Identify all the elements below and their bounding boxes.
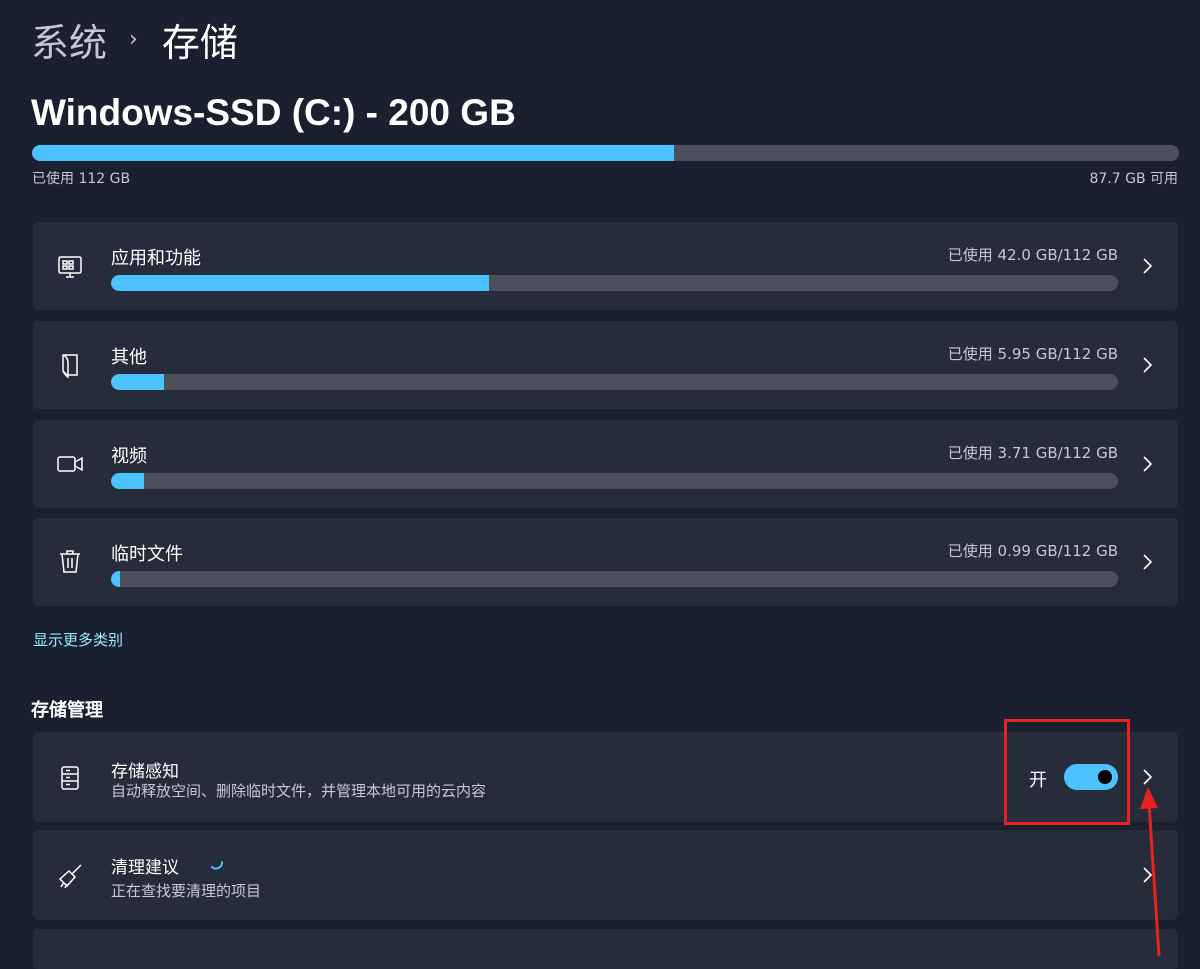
category-usage-bar (111, 571, 1118, 587)
trash-icon (55, 546, 85, 576)
category-usage-bar (111, 374, 1118, 390)
annotation-arrow-icon (1140, 787, 1161, 956)
category-temp-files[interactable]: 临时文件 已使用 0.99 GB/112 GB (33, 518, 1178, 606)
category-usage-fill (111, 275, 489, 291)
chevron-right-icon (1138, 257, 1156, 275)
chevron-right-icon (1138, 455, 1156, 473)
category-label: 临时文件 (111, 544, 183, 565)
storage-sense-description: 自动释放空间、删除临时文件，并管理本地可用的云内容 (111, 782, 487, 800)
drive-used-label: 已使用 112 GB (32, 171, 131, 187)
storage-sense-title: 存储感知 (111, 762, 179, 782)
show-more-categories-link[interactable]: 显示更多类别 (33, 629, 123, 650)
category-usage: 已使用 42.0 GB/112 GB (947, 246, 1118, 264)
toggle-knob (1098, 770, 1112, 784)
category-video[interactable]: 视频 已使用 3.71 GB/112 GB (33, 420, 1178, 508)
cleanup-recommendations-row[interactable]: 清理建议 正在查找要清理的项目 (33, 830, 1178, 920)
category-usage-fill (111, 571, 121, 587)
loading-spinner-icon (211, 861, 223, 870)
chevron-right-icon[interactable] (1138, 768, 1156, 786)
category-usage-fill (111, 473, 145, 489)
category-apps-features[interactable]: 应用和功能 已使用 42.0 GB/112 GB (33, 222, 1178, 310)
category-usage-bar (111, 275, 1118, 291)
breadcrumb-system-link[interactable]: 系统 (31, 12, 107, 67)
breadcrumb-separator-icon: › (129, 26, 138, 52)
category-usage: 已使用 3.71 GB/112 GB (947, 444, 1118, 462)
next-row-partial[interactable] (33, 929, 1178, 969)
category-usage-bar (111, 473, 1118, 489)
document-icon (55, 350, 85, 380)
cleanup-description: 正在查找要清理的项目 (111, 882, 262, 900)
breadcrumb: 系统 › 存储 (31, 12, 238, 67)
category-usage: 已使用 0.99 GB/112 GB (947, 542, 1118, 560)
chevron-right-icon (1138, 553, 1156, 571)
category-label: 其他 (111, 347, 147, 368)
broom-icon (55, 861, 85, 891)
category-other[interactable]: 其他 已使用 5.95 GB/112 GB (33, 321, 1178, 409)
chevron-right-icon (1138, 356, 1156, 374)
drive-usage-bar (32, 145, 1179, 161)
storage-sense-toggle[interactable] (1064, 764, 1118, 790)
storage-management-heading: 存储管理 (31, 700, 103, 721)
page-title: 存储 (161, 20, 238, 65)
category-usage-fill (111, 374, 165, 390)
drive-title: Windows-SSD (C:) - 200 GB (31, 92, 516, 133)
category-label: 应用和功能 (111, 248, 201, 269)
drive-usage-fill (32, 145, 675, 161)
cleanup-title: 清理建议 (111, 858, 179, 878)
storage-sense-row[interactable]: 存储感知 自动释放空间、删除临时文件，并管理本地可用的云内容 开 (33, 732, 1178, 822)
apps-features-icon (55, 252, 85, 282)
drive-free-label: 87.7 GB 可用 (1089, 171, 1178, 187)
category-usage: 已使用 5.95 GB/112 GB (947, 345, 1118, 363)
category-label: 视频 (111, 446, 147, 467)
video-camera-icon (55, 449, 85, 479)
storage-drive-icon (55, 763, 85, 793)
toggle-state-label: 开 (1029, 770, 1047, 791)
